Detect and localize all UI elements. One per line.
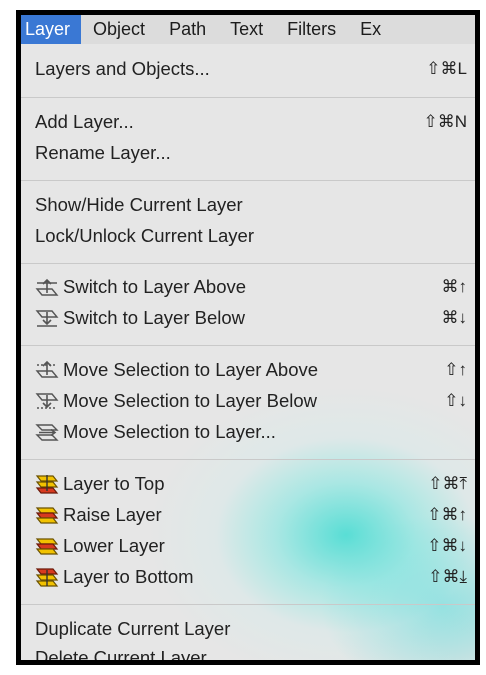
shortcut-label: ⌘↑ — [441, 277, 468, 296]
menu-item-move-selection-above[interactable]: Move Selection to Layer Above ⇧↑ — [35, 355, 475, 385]
shortcut-label: ⇧⌘⤒ — [428, 474, 467, 493]
shortcut-label: ⇧↓ — [444, 391, 467, 410]
menu-item-add-layer[interactable]: Add Layer... ⇧⌘N — [35, 107, 475, 137]
menu-item-label: Layers and Objects... — [35, 58, 210, 79]
menu-item-move-selection-to-layer[interactable]: Move Selection to Layer... — [35, 417, 475, 447]
switch-layer-below-icon — [35, 308, 59, 328]
menu-item-lock-unlock-layer[interactable]: Lock/Unlock Current Layer — [35, 221, 475, 251]
move-selection-above-icon — [35, 360, 59, 380]
menubar-text[interactable]: Text — [218, 15, 275, 44]
shortcut-label: ⇧⌘↑ — [427, 505, 467, 524]
raise-layer-icon — [35, 505, 59, 525]
switch-layer-above-icon — [35, 277, 59, 297]
menubar-object[interactable]: Object — [81, 15, 157, 44]
menu-item-duplicate-layer[interactable]: Duplicate Current Layer — [35, 614, 475, 644]
layer-to-bottom-icon — [35, 567, 59, 587]
menu-item-label: Move Selection to Layer... — [63, 421, 276, 442]
shortcut-label: ⇧⌘L — [426, 59, 467, 78]
menu-bar: Layer Object Path Text Filters Ex — [21, 15, 475, 44]
screenshot-frame: Layer Object Path Text Filters Ex Layers… — [16, 10, 480, 665]
shortcut-label: ⇧⌘⤓ — [428, 567, 467, 586]
menu-item-show-hide-layer[interactable]: Show/Hide Current Layer — [35, 190, 475, 220]
menu-item-rename-layer[interactable]: Rename Layer... — [35, 138, 475, 168]
menu-item-move-selection-below[interactable]: Move Selection to Layer Below ⇧↓ — [35, 386, 475, 416]
shortcut-label: ⇧⌘N — [423, 112, 467, 131]
menu-item-label: Rename Layer... — [35, 142, 171, 163]
menu-item-layer-to-bottom[interactable]: Layer to Bottom ⇧⌘⤓ — [35, 562, 475, 592]
menu-item-label: Lower Layer — [63, 535, 165, 556]
menubar-path[interactable]: Path — [157, 15, 218, 44]
menu-item-label: Switch to Layer Above — [63, 276, 247, 297]
menubar-extensions[interactable]: Ex — [348, 15, 393, 44]
menu-item-label: Layer to Bottom — [63, 566, 194, 587]
menu-item-layers-and-objects[interactable]: Layers and Objects... ⇧⌘L — [35, 54, 475, 84]
menu-separator — [21, 459, 475, 460]
menu-separator — [21, 604, 475, 605]
menu-item-label: Delete Current Layer — [35, 647, 207, 660]
menu-item-label: Show/Hide Current Layer — [35, 194, 243, 215]
menubar-layer[interactable]: Layer — [21, 15, 82, 44]
menu-separator — [21, 180, 475, 181]
menu-item-delete-layer[interactable]: Delete Current Layer — [35, 643, 475, 660]
menu-item-label: Layer to Top — [63, 473, 165, 494]
layer-menu-dropdown: Layers and Objects... ⇧⌘L Add Layer... ⇧… — [21, 44, 475, 660]
menu-separator — [21, 345, 475, 346]
menu-item-label: Add Layer... — [35, 111, 134, 132]
menu-separator — [21, 97, 475, 98]
menu-separator — [21, 263, 475, 264]
menu-area: Layer Object Path Text Filters Ex Layers… — [21, 15, 475, 660]
shortcut-label: ⌘↓ — [441, 308, 468, 327]
menu-item-label: Lock/Unlock Current Layer — [35, 225, 255, 246]
menu-item-lower-layer[interactable]: Lower Layer ⇧⌘↓ — [35, 531, 475, 561]
menu-item-label: Duplicate Current Layer — [35, 618, 231, 639]
menu-item-label: Switch to Layer Below — [63, 307, 246, 328]
layer-to-top-icon — [35, 474, 59, 494]
menu-item-raise-layer[interactable]: Raise Layer ⇧⌘↑ — [35, 500, 475, 530]
menu-item-switch-to-layer-above[interactable]: Switch to Layer Above ⌘↑ — [35, 272, 475, 302]
shortcut-label: ⇧⌘↓ — [427, 536, 467, 555]
move-selection-to-layer-icon — [35, 422, 59, 442]
lower-layer-icon — [35, 536, 59, 556]
menu-item-label: Move Selection to Layer Below — [63, 390, 317, 411]
shortcut-label: ⇧↑ — [444, 360, 467, 379]
move-selection-below-icon — [35, 391, 59, 411]
menu-item-label: Raise Layer — [63, 504, 162, 525]
menu-item-label: Move Selection to Layer Above — [63, 359, 319, 380]
menubar-filters[interactable]: Filters — [275, 15, 348, 44]
menu-item-switch-to-layer-below[interactable]: Switch to Layer Below ⌘↓ — [35, 303, 475, 333]
menu-item-layer-to-top[interactable]: Layer to Top ⇧⌘⤒ — [35, 469, 475, 499]
